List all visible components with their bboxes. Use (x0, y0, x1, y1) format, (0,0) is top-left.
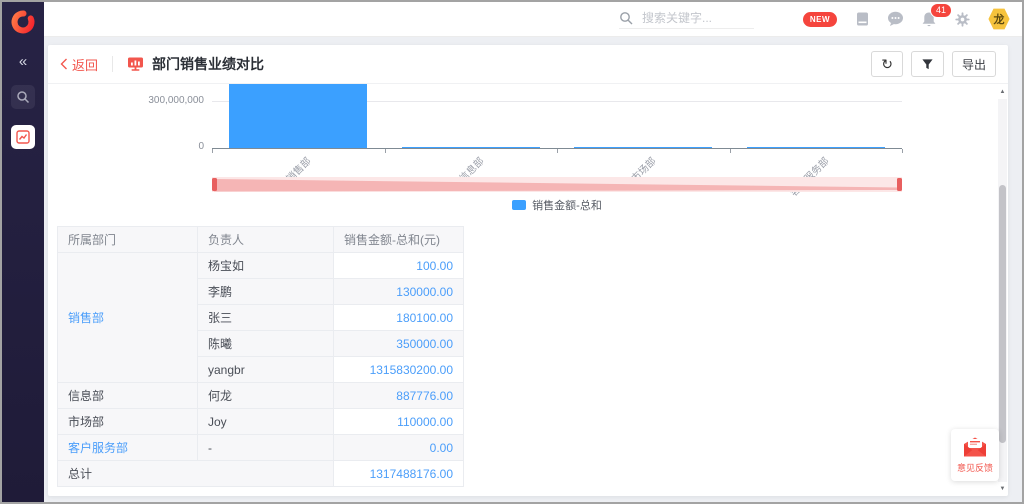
page-title: 部门销售业绩对比 (152, 54, 264, 74)
sidebar-search-button[interactable] (11, 85, 35, 109)
amount-cell[interactable]: 887776.00 (334, 383, 464, 409)
scrollbar-thumb[interactable] (999, 185, 1006, 443)
sidebar: « (2, 2, 44, 502)
bar-chart: 300,000,000 0 销售部信息部市场部客户服务部 (48, 84, 1008, 212)
x-axis-line (212, 148, 902, 149)
divider (112, 56, 113, 72)
filter-button[interactable] (911, 51, 944, 77)
datazoom-slider[interactable] (212, 176, 902, 193)
chat-icon[interactable] (887, 11, 904, 27)
axis-tick (902, 149, 903, 153)
feedback-label: 意见反馈 (957, 461, 993, 474)
search-input[interactable] (640, 10, 754, 26)
amount-cell[interactable]: 110000.00 (334, 409, 464, 435)
user-avatar[interactable]: 龙 (988, 8, 1010, 30)
column-header-amount: 销售金额-总和(元) (334, 227, 464, 253)
scroll-down-arrow[interactable]: ▼ (998, 486, 1007, 492)
datazoom-handle-right (897, 178, 902, 191)
collapse-sidebar-button[interactable]: « (19, 55, 27, 69)
legend-swatch (512, 200, 526, 210)
y-axis-tick-label: 0 (104, 141, 204, 152)
axis-tick (557, 149, 558, 153)
dept-cell: 信息部 (58, 383, 198, 409)
logo-c-icon (10, 9, 36, 35)
person-cell: 陈曦 (198, 331, 334, 357)
amount-cell[interactable]: 100.00 (334, 253, 464, 279)
report-card: 返回 部门销售业绩对比 ↻ (48, 45, 1008, 496)
table-row: 总计1317488176.00 (58, 461, 464, 487)
person-cell: - (198, 435, 334, 461)
amount-cell[interactable]: 1315830200.00 (334, 357, 464, 383)
scroll-up-arrow[interactable]: ▲ (998, 89, 1007, 95)
amount-cell[interactable]: 130000.00 (334, 279, 464, 305)
person-cell: 杨宝如 (198, 253, 334, 279)
top-header: NEW 41 (44, 2, 1022, 37)
person-cell: yangbr (198, 357, 334, 383)
y-axis-tick-label: 300,000,000 (104, 95, 204, 106)
chart-report-icon (16, 130, 30, 144)
axis-tick (212, 149, 213, 153)
gear-icon[interactable] (954, 11, 971, 28)
column-header-person: 负责人 (198, 227, 334, 253)
search-icon (16, 90, 30, 104)
dept-cell[interactable]: 销售部 (58, 253, 198, 383)
table-header-row: 所属部门 负责人 销售金额-总和(元) (58, 227, 464, 253)
journal-icon[interactable] (854, 11, 870, 27)
legend-label: 销售金额-总和 (532, 197, 602, 212)
refresh-button[interactable]: ↻ (871, 51, 903, 77)
dashboard-icon (127, 56, 144, 72)
amount-cell[interactable]: 350000.00 (334, 331, 464, 357)
table-row: 信息部何龙887776.00 (58, 383, 464, 409)
dept-cell: 总计 (58, 461, 334, 487)
chevron-left-icon (60, 58, 68, 70)
back-label: 返回 (72, 55, 98, 74)
refresh-icon: ↻ (881, 57, 893, 71)
feedback-button[interactable]: 意见反馈 (951, 429, 999, 481)
envelope-icon (962, 436, 988, 458)
sidebar-item-report-active[interactable] (11, 125, 35, 149)
dept-cell: 市场部 (58, 409, 198, 435)
person-cell: 李鹏 (198, 279, 334, 305)
global-search[interactable] (619, 10, 754, 29)
table-row: 市场部Joy110000.00 (58, 409, 464, 435)
axis-tick (385, 149, 386, 153)
axis-tick (730, 149, 731, 153)
export-button[interactable]: 导出 (952, 51, 996, 77)
bar-销售部[interactable] (229, 84, 367, 148)
filter-icon (921, 58, 934, 71)
person-cell: Joy (198, 409, 334, 435)
notification-count-badge: 41 (930, 3, 952, 18)
vertical-scrollbar[interactable]: ▲ ▼ (998, 89, 1007, 492)
dept-cell[interactable]: 客户服务部 (58, 435, 198, 461)
amount-cell[interactable]: 0.00 (334, 435, 464, 461)
datazoom-handle-left (212, 178, 217, 191)
content-area: 返回 部门销售业绩对比 ↻ (44, 37, 1022, 502)
person-cell: 何龙 (198, 383, 334, 409)
search-icon (619, 11, 633, 25)
amount-cell[interactable]: 1317488176.00 (334, 461, 464, 487)
notifications-button[interactable]: 41 (921, 11, 937, 28)
table-row: 客户服务部-0.00 (58, 435, 464, 461)
amount-cell[interactable]: 180100.00 (334, 305, 464, 331)
report-header: 返回 部门销售业绩对比 ↻ (48, 45, 1008, 84)
table-row: 销售部杨宝如100.00 (58, 253, 464, 279)
column-header-department: 所属部门 (58, 227, 198, 253)
chart-legend[interactable]: 销售金额-总和 (212, 197, 902, 212)
app-logo[interactable] (10, 9, 36, 35)
back-button[interactable]: 返回 (60, 55, 98, 74)
summary-table: 所属部门 负责人 销售金额-总和(元) 销售部杨宝如100.00李鹏130000… (57, 226, 464, 487)
new-feature-badge[interactable]: NEW (803, 12, 837, 27)
person-cell: 张三 (198, 305, 334, 331)
app-window: « NEW (0, 0, 1024, 504)
